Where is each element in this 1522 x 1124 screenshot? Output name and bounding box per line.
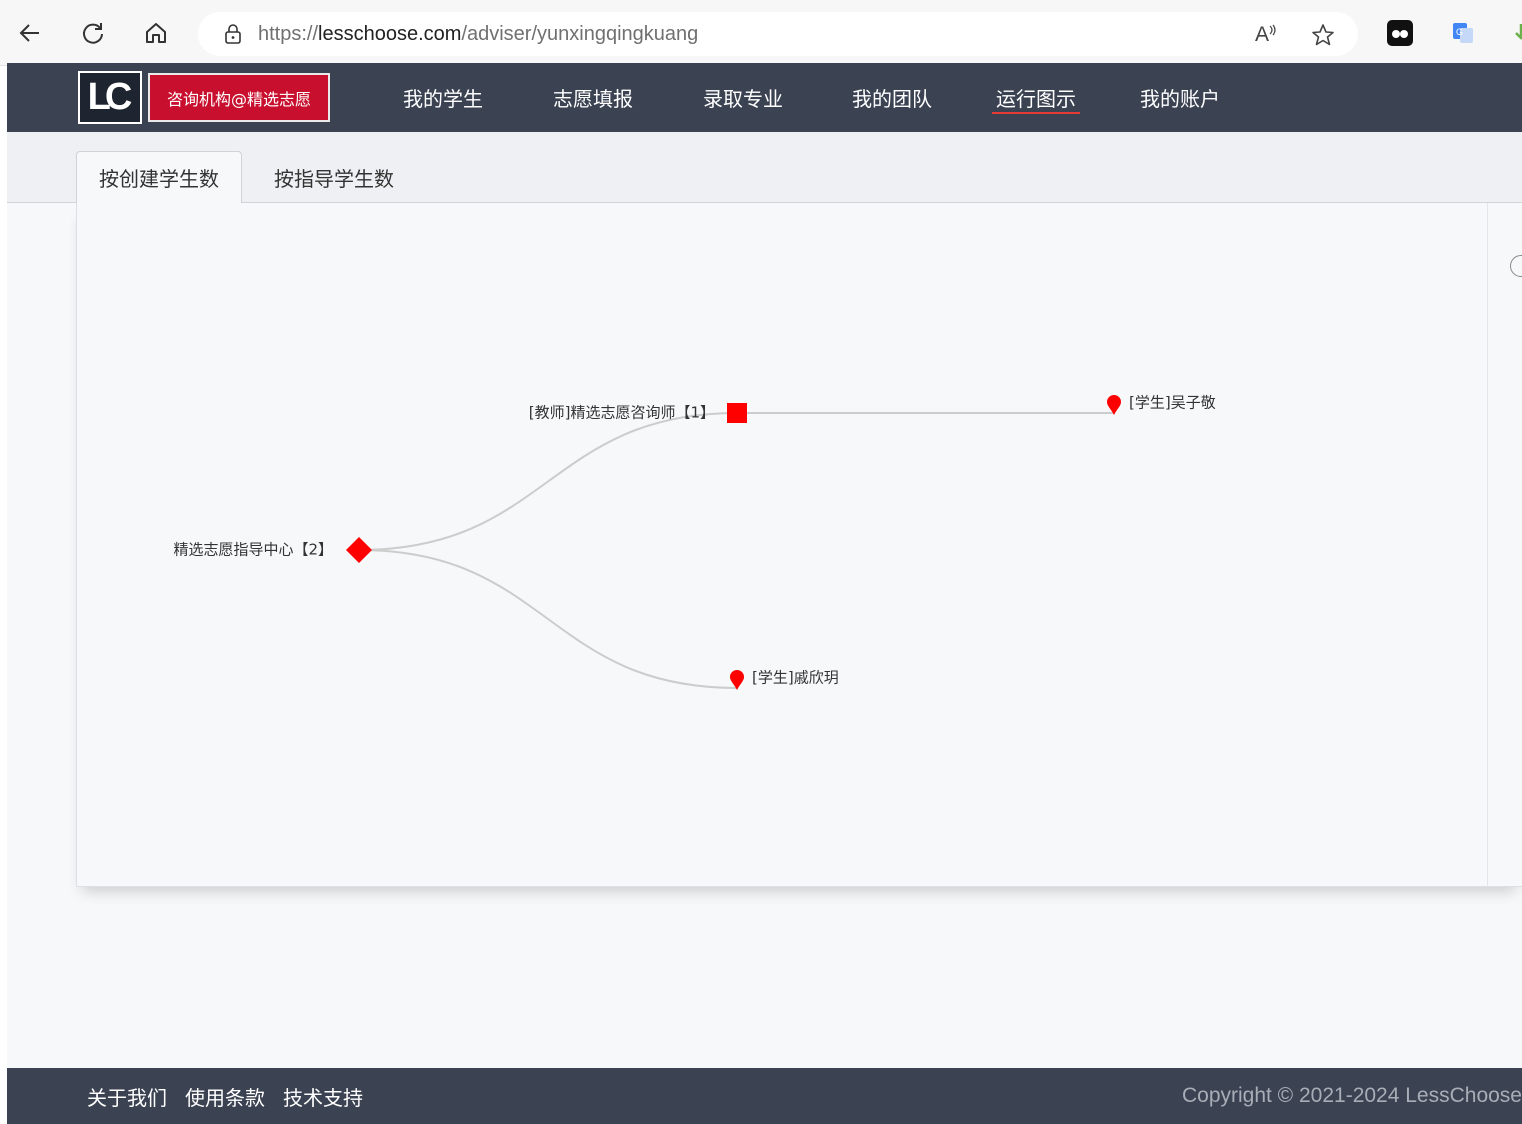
download-extension-icon[interactable] (1508, 20, 1522, 46)
teacher-node-label: [教师]精选志愿咨询师【1】 (529, 404, 715, 422)
org-badge[interactable]: 咨询机构@精选志愿 (148, 73, 330, 122)
translate-extension-icon[interactable]: G (1450, 20, 1476, 46)
footer-about-link[interactable]: 关于我们 (87, 1068, 167, 1124)
main-content: 按创建学生数 按指导学生数 精选志愿指导中心【2】 [教师]精选志愿咨询师【1】 [… (7, 132, 1522, 1068)
url-host: lesschoose.com (318, 22, 462, 45)
tab-strip: 按创建学生数 按指导学生数 (7, 132, 1522, 204)
nav-my-students[interactable]: 我的学生 (403, 63, 483, 132)
chart-divider (1487, 203, 1488, 886)
student-node-label: [学生]戚欣玥 (752, 669, 839, 687)
tree-link (358, 412, 738, 551)
footer-support-link[interactable]: 技术支持 (283, 1068, 363, 1124)
extension-mask-icon[interactable] (1387, 20, 1413, 46)
browser-toolbar: https://lesschoose.com/adviser/yunxingqi… (0, 0, 1522, 66)
copyright-text: Copyright © 2021-2024 LessChoose (1181, 1084, 1522, 1107)
teacher-node-square[interactable] (727, 403, 747, 423)
lock-icon[interactable] (222, 23, 244, 45)
url-scheme: https:// (258, 22, 319, 45)
read-aloud-icon[interactable]: A (1252, 21, 1280, 49)
address-bar[interactable]: https://lesschoose.com/adviser/yunxingqi… (198, 12, 1358, 56)
tree-link (358, 549, 738, 689)
tree-links (358, 411, 1114, 689)
tree-chart-panel: 精选志愿指导中心【2】 [教师]精选志愿咨询师【1】 [学生]吴子敬 [学生]戚欣玥 (76, 203, 1522, 887)
nav-my-team[interactable]: 我的团队 (852, 63, 932, 132)
root-node-diamond[interactable] (346, 537, 372, 563)
home-icon[interactable] (138, 15, 174, 51)
student-node-label: [学生]吴子敬 (1129, 394, 1216, 412)
app-header: LC 咨询机构@精选志愿 我的学生 志愿填报 录取专业 我的团队 运行图示 我的… (7, 63, 1522, 132)
tab-by-created-students[interactable]: 按创建学生数 (76, 151, 242, 204)
tree-chart: 精选志愿指导中心【2】 [教师]精选志愿咨询师【1】 [学生]吴子敬 [学生]戚欣玥 (173, 394, 1216, 690)
chart-toolbox-icon[interactable] (1510, 255, 1522, 277)
back-arrow-icon[interactable] (12, 15, 48, 51)
url-path: /adviser/yunxingqingkuang (461, 22, 699, 45)
svg-text:G: G (1456, 27, 1463, 37)
tree-nodes: 精选志愿指导中心【2】 [教师]精选志愿咨询师【1】 [学生]吴子敬 [学生]戚欣玥 (173, 394, 1216, 690)
url-text: https://lesschoose.com/adviser/yunxingqi… (258, 23, 698, 46)
footer-terms-link[interactable]: 使用条款 (185, 1068, 265, 1124)
footer: 关于我们 使用条款 技术支持 Copyright © 2021-2024 Les… (7, 1068, 1522, 1124)
site-logo[interactable]: LC (78, 71, 142, 124)
nav-run-diagram[interactable]: 运行图示 (992, 63, 1080, 132)
nav-admission-majors[interactable]: 录取专业 (703, 63, 783, 132)
favorite-star-icon[interactable] (1309, 21, 1337, 49)
tab-by-guided-students[interactable]: 按指导学生数 (252, 151, 416, 203)
refresh-icon[interactable] (75, 15, 111, 51)
nav-application-filling[interactable]: 志愿填报 (553, 63, 633, 132)
root-node-label: 精选志愿指导中心【2】 (173, 541, 333, 559)
nav-my-account[interactable]: 我的账户 (1140, 63, 1220, 132)
